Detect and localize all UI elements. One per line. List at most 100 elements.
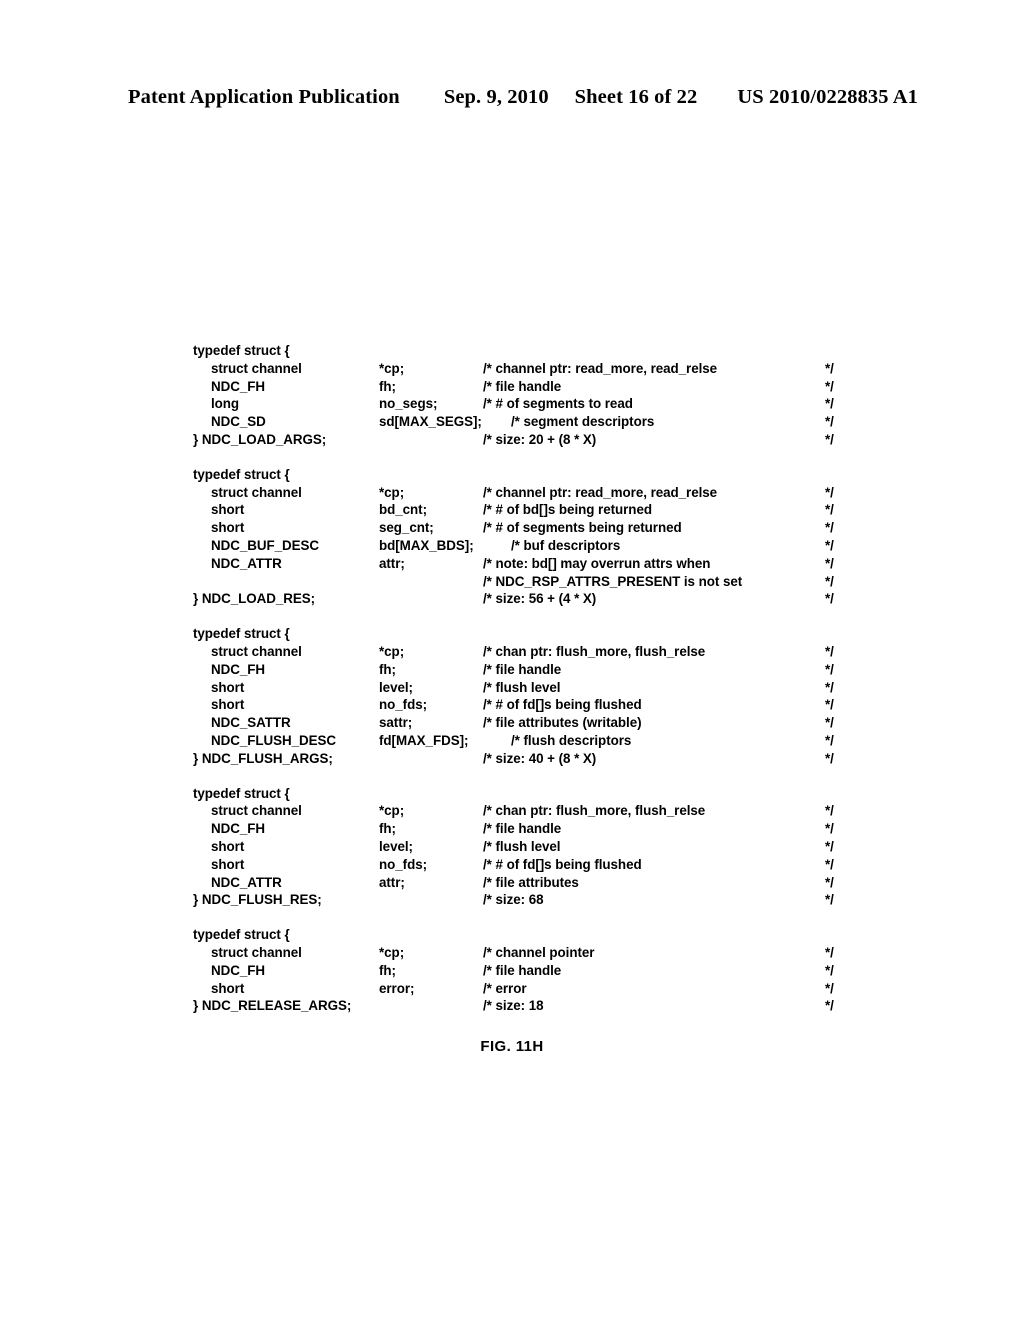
struct-member-line: NDC_FH fh; /* file handle */ <box>193 820 853 838</box>
struct-member-line: /* NDC_RSP_ATTRS_PRESENT is not set */ <box>193 573 853 591</box>
member-field: *cp; <box>379 484 405 500</box>
member-type: NDC_FH <box>211 378 266 394</box>
struct-close-line: } NDC_LOAD_RES; /* size: 56 + (4 * X) */ <box>193 590 853 608</box>
member-comment: /* error <box>483 980 527 996</box>
member-type: short <box>211 980 245 996</box>
struct-member-line: short seg_cnt; /* # of segments being retu… <box>193 519 853 537</box>
member-type: struct channel <box>211 360 302 376</box>
comment-end-marker: */ <box>825 998 834 1014</box>
struct-open-line: typedef struct { <box>193 926 853 944</box>
member-comment: /* file handle <box>483 378 562 394</box>
comment-end-marker: */ <box>825 874 834 890</box>
member-type: NDC_FH <box>211 962 266 978</box>
comment-end-marker: */ <box>825 643 834 659</box>
member-type: NDC_FH <box>211 821 266 837</box>
struct-member-line: struct channel *cp; /* channel pointer */ <box>193 944 853 962</box>
member-type: NDC_ATTR <box>211 874 282 890</box>
comment-end-marker: */ <box>825 591 834 607</box>
struct-block: typedef struct {struct channel *cp;/* cha… <box>193 785 853 910</box>
member-type: NDC_ATTR <box>211 555 282 571</box>
member-comment: /* file handle <box>483 962 562 978</box>
member-comment: /* file handle <box>483 661 562 677</box>
struct-member-line: struct channel *cp; /* chan ptr: flush_mor… <box>193 643 853 661</box>
struct-open-keyword: typedef struct { <box>193 927 290 943</box>
member-comment: /* flush level <box>483 838 561 854</box>
struct-member-line: NDC_BUF_DESC bd[MAX_BDS]; /* buf descripto… <box>193 537 853 555</box>
struct-member-line: struct channel *cp; /* chan ptr: flush_mor… <box>193 802 853 820</box>
header-document-number: US 2010/0228835 A1 <box>737 86 918 108</box>
header-publication-date: Sep. 9, 2010 <box>443 86 549 108</box>
comment-end-marker: */ <box>825 838 834 854</box>
member-type: short <box>211 856 245 872</box>
struct-member-line: NDC_FH fh; /* file handle */ <box>193 378 853 396</box>
comment-end-marker: */ <box>825 944 834 960</box>
struct-member-line: short bd_cnt; /* # of bd[]s being returned… <box>193 501 853 519</box>
member-comment: /* note: bd[] may overrun attrs when <box>483 555 711 571</box>
member-field: no_fds; <box>379 697 428 713</box>
struct-close-line: } NDC_RELEASE_ARGS; /* size: 18 */ <box>193 997 853 1015</box>
struct-member-line: short error; /* error */ <box>193 980 853 998</box>
member-field: error; <box>379 980 415 996</box>
struct-open-line: typedef struct { <box>193 342 853 360</box>
member-type: NDC_FH <box>211 661 266 677</box>
comment-end-marker: */ <box>825 856 834 872</box>
member-comment: /* # of segments being returned <box>483 520 682 536</box>
struct-close-name: } NDC_RELEASE_ARGS; <box>193 998 352 1014</box>
member-type: NDC_BUF_DESC <box>211 537 320 553</box>
member-type: struct channel <box>211 643 302 659</box>
struct-size-comment: /* size: 20 + (8 * X) <box>483 431 597 447</box>
struct-block: typedef struct {struct channel *cp; /* cha… <box>193 926 853 1015</box>
comment-end-marker: */ <box>825 697 834 713</box>
comment-end-marker: */ <box>825 892 834 908</box>
comment-end-marker: */ <box>825 962 834 978</box>
member-field: fd[MAX_FDS]; <box>379 732 469 748</box>
struct-size-comment: /* size: 18 <box>483 998 544 1014</box>
member-comment: /* buf descriptors <box>511 537 621 553</box>
member-comment: /* channel pointer <box>483 944 595 960</box>
struct-open-line: typedef struct { <box>193 625 853 643</box>
struct-member-line: short no_fds; /* # of fd[]s being flushed *… <box>193 856 853 874</box>
struct-block: typedef struct {struct channel *cp; /* cha… <box>193 625 853 767</box>
comment-end-marker: */ <box>825 360 834 376</box>
comment-end-marker: */ <box>825 679 834 695</box>
member-field: *cp; <box>379 360 405 376</box>
comment-end-marker: */ <box>825 537 834 553</box>
figure-caption: FIG. 11H <box>480 1038 544 1055</box>
member-field: bd[MAX_BDS]; <box>379 537 474 553</box>
member-field: level; <box>379 679 413 695</box>
member-field: no_fds; <box>379 856 428 872</box>
member-field: *cp; <box>379 944 405 960</box>
member-field: sattr; <box>379 715 413 731</box>
member-type: NDC_FLUSH_DESC <box>211 732 337 748</box>
struct-member-line: NDC_SATTR sattr; /* file attributes (writa… <box>193 714 853 732</box>
member-field: fh; <box>379 821 396 837</box>
struct-close-name: } NDC_FLUSH_RES; <box>193 892 322 908</box>
struct-member-line: NDC_FH fh; /* file handle */ <box>193 962 853 980</box>
struct-close-line: } NDC_FLUSH_ARGS; /* size: 40 + (8 * X) */ <box>193 750 853 768</box>
member-field: attr; <box>379 555 405 571</box>
comment-end-marker: */ <box>825 378 834 394</box>
header-sheet-number: Sheet 16 of 22 <box>574 86 698 108</box>
member-field: fh; <box>379 962 396 978</box>
struct-size-comment: /* size: 56 + (4 * X) <box>483 591 597 607</box>
member-field: fh; <box>379 378 396 394</box>
member-type: struct channel <box>211 944 302 960</box>
member-field: *cp; <box>379 643 405 659</box>
struct-member-line: NDC_ATTR attr; /* file attributes */ <box>193 874 853 892</box>
struct-size-comment: /* size: 68 <box>483 892 544 908</box>
member-type: struct channel <box>211 484 302 500</box>
struct-open-keyword: typedef struct { <box>193 785 290 801</box>
comment-end-marker: */ <box>825 750 834 766</box>
struct-member-line: short no_fds; /* # of fd[]s being flushed *… <box>193 696 853 714</box>
comment-end-marker: */ <box>825 520 834 536</box>
member-comment: /* # of fd[]s being flushed <box>483 697 642 713</box>
member-comment: /* chan ptr: flush_more, flush_relse <box>483 643 706 659</box>
struct-member-line: struct channel *cp; /* channel ptr: read_m… <box>193 360 853 378</box>
member-field: level; <box>379 838 413 854</box>
member-field: *cp; <box>379 803 405 819</box>
struct-open-keyword: typedef struct { <box>193 626 290 642</box>
struct-block: typedef struct {struct channel *cp;/* cha… <box>193 342 853 449</box>
comment-end-marker: */ <box>825 555 834 571</box>
struct-member-line: short level; /* flush level */ <box>193 838 853 856</box>
member-type: short <box>211 520 245 536</box>
